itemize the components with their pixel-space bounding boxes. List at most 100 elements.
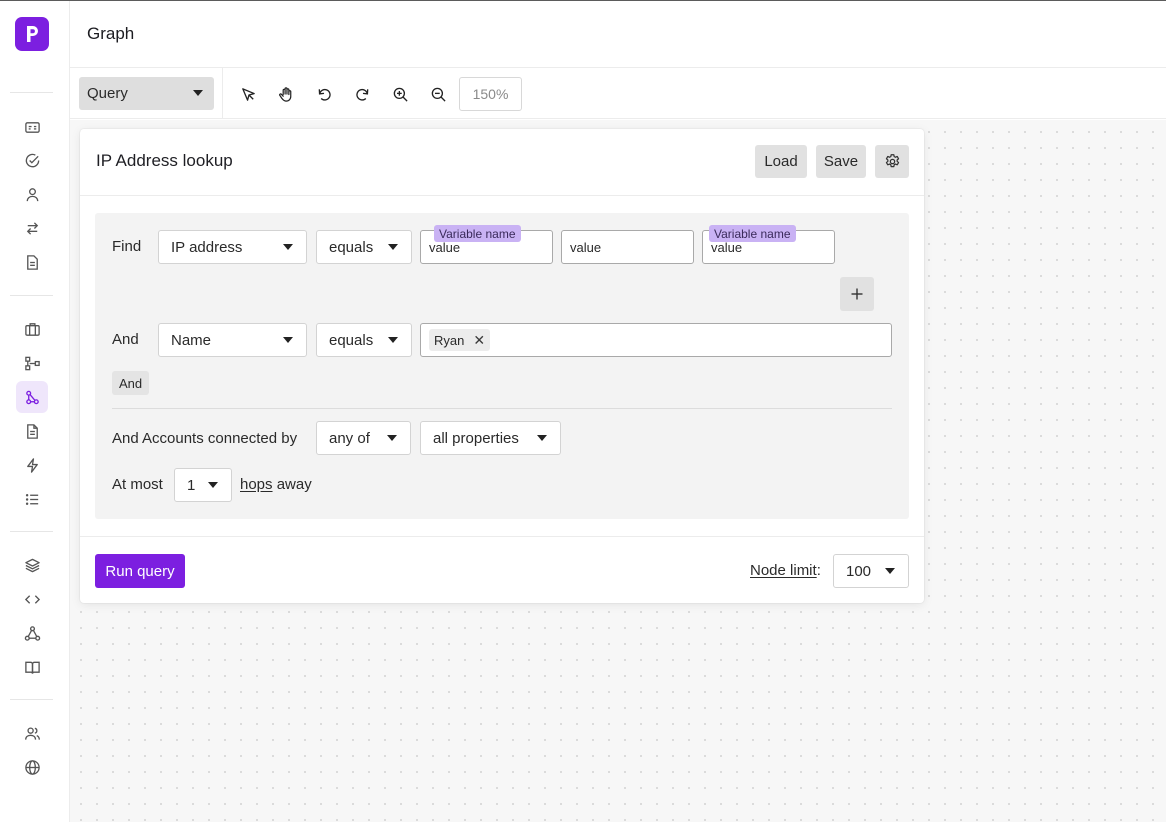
sidebar-item-business[interactable]	[16, 313, 48, 345]
and-value-input[interactable]: Ryan ✕	[420, 323, 892, 357]
chevron-down-icon	[388, 244, 398, 250]
chevron-down-icon	[283, 244, 293, 250]
chevron-down-icon	[208, 482, 218, 488]
and-operator-value: equals	[329, 331, 374, 349]
list-icon	[25, 493, 38, 505]
settings-button[interactable]	[875, 145, 909, 178]
sidebar-item-transfers[interactable]	[16, 212, 48, 244]
swap-arrows-icon	[26, 221, 38, 235]
file-text-icon	[26, 423, 38, 439]
zoom-in-button[interactable]	[387, 81, 413, 107]
lightning-icon	[26, 457, 38, 473]
select-tool-button[interactable]	[235, 81, 261, 107]
mode-select[interactable]: Query	[79, 77, 214, 110]
hierarchy-icon	[24, 356, 40, 370]
sidebar-item-network[interactable]	[16, 617, 48, 649]
zoom-level-field[interactable]: 150%	[459, 77, 522, 111]
code-icon	[24, 594, 40, 604]
section-divider	[112, 408, 892, 409]
find-operator-select[interactable]: equals	[316, 230, 412, 264]
hops-select[interactable]: 1	[174, 468, 232, 502]
redo-icon	[355, 88, 368, 101]
sidebar-item-layers[interactable]	[16, 549, 48, 581]
quantifier-value: any of	[329, 429, 370, 447]
properties-select[interactable]: all properties	[420, 421, 561, 455]
sidebar-item-code[interactable]	[16, 583, 48, 615]
and-label: And	[112, 331, 139, 348]
sidebar-divider	[10, 531, 53, 532]
value-chip: Ryan ✕	[429, 329, 491, 351]
add-and-condition-button[interactable]: And	[112, 371, 150, 395]
sidebar-item-reviews[interactable]	[16, 144, 48, 176]
zoom-out-icon	[431, 87, 446, 102]
node-limit-value: 100	[846, 562, 872, 580]
chevron-down-icon	[193, 90, 203, 96]
sidebar-divider	[10, 295, 53, 296]
and-field-value: Name	[171, 331, 212, 349]
mode-select-value: Query	[87, 85, 128, 102]
query-panel: IP Address lookup Load Save Find IP addr…	[80, 129, 924, 603]
node-limit-select[interactable]: 100	[833, 554, 909, 588]
sidebar-item-automations[interactable]	[16, 449, 48, 481]
pan-tool-button[interactable]	[273, 81, 299, 107]
users-icon	[24, 726, 40, 740]
add-value-button[interactable]	[840, 277, 874, 311]
save-button[interactable]: Save	[816, 145, 866, 178]
check-circle-icon	[25, 153, 39, 167]
network-icon	[24, 625, 40, 641]
node-limit-colon: :	[816, 562, 821, 579]
chevron-down-icon	[283, 337, 293, 343]
query-builder: Find IP address equals value Variable na…	[95, 213, 909, 519]
find-field-value: IP address	[171, 238, 243, 256]
undo-icon	[318, 88, 331, 101]
and-operator-select[interactable]: equals	[316, 323, 412, 357]
hops-link[interactable]: hops	[240, 476, 273, 493]
find-value-input[interactable]: value	[561, 230, 694, 264]
sidebar-item-users[interactable]	[16, 178, 48, 210]
book-icon	[24, 661, 40, 674]
redo-button[interactable]	[349, 81, 375, 107]
sidebar-divider	[10, 92, 53, 93]
pointer-icon	[241, 87, 255, 101]
zoom-out-button[interactable]	[425, 81, 451, 107]
graph-icon	[25, 390, 39, 404]
find-field-select[interactable]: IP address	[158, 230, 307, 264]
sidebar-item-global[interactable]	[16, 751, 48, 783]
sidebar	[0, 1, 70, 822]
hops-away-text: hops away	[240, 476, 312, 493]
toolbar-divider	[222, 68, 223, 119]
load-button[interactable]: Load	[755, 145, 807, 178]
node-limit-link[interactable]: Node limit	[750, 562, 817, 579]
sidebar-item-docs[interactable]	[16, 651, 48, 683]
sidebar-item-cases[interactable]	[16, 111, 48, 143]
hops-value: 1	[187, 476, 196, 494]
page-title: Graph	[87, 24, 135, 43]
variable-name-tag: Variable name	[709, 225, 796, 242]
sidebar-item-graph[interactable]	[16, 381, 48, 413]
find-operator-value: equals	[329, 238, 374, 256]
sidebar-item-hierarchy[interactable]	[16, 347, 48, 379]
user-icon	[26, 187, 38, 201]
sidebar-divider	[10, 699, 53, 700]
away-label: away	[276, 476, 312, 493]
variable-name-tag: Variable name	[434, 225, 521, 242]
remove-chip-icon[interactable]: ✕	[473, 333, 485, 347]
sidebar-item-reports[interactable]	[16, 246, 48, 278]
sidebar-item-team[interactable]	[16, 717, 48, 749]
document-icon	[26, 254, 38, 270]
layers-icon	[24, 558, 40, 572]
plus-icon	[851, 288, 863, 300]
undo-button[interactable]	[311, 81, 337, 107]
page-header: Graph	[70, 1, 1166, 68]
app-logo[interactable]	[15, 17, 49, 51]
connected-by-label: And Accounts connected by	[112, 430, 298, 447]
at-most-label: At most	[112, 476, 163, 493]
quantifier-select[interactable]: any of	[316, 421, 411, 455]
run-query-button[interactable]: Run query	[95, 554, 185, 588]
node-limit-label: Node limit:	[750, 562, 821, 579]
sidebar-item-documents[interactable]	[16, 415, 48, 447]
and-field-select[interactable]: Name	[158, 323, 307, 357]
chevron-down-icon	[388, 337, 398, 343]
logo-p-icon	[27, 26, 38, 42]
sidebar-item-lists[interactable]	[16, 483, 48, 515]
